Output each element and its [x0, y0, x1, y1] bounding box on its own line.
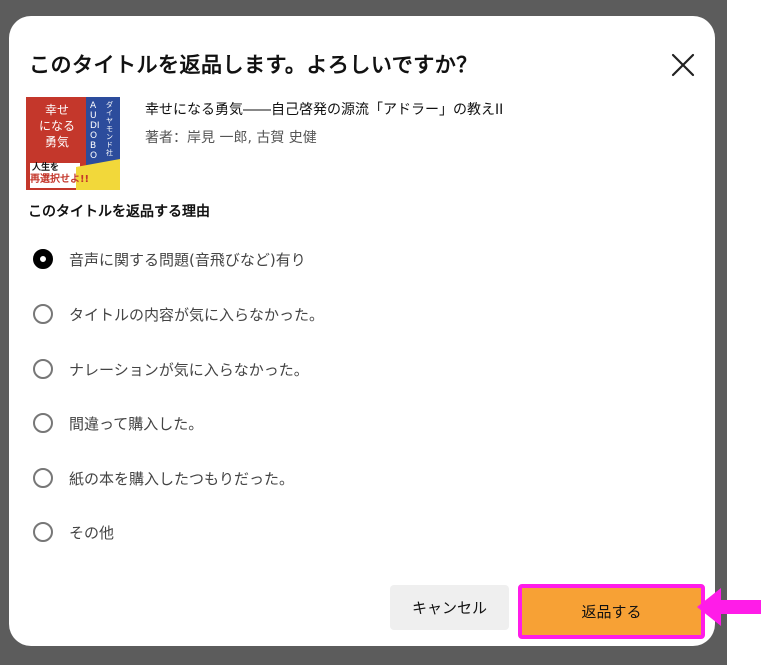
- reason-heading: このタイトルを返品する理由: [28, 204, 210, 220]
- dialog-title: このタイトルを返品します。よろしいですか？: [29, 53, 478, 77]
- cover-banner-text: 人生を: [32, 163, 60, 173]
- reason-label: ナレーションが気に入らなかった。: [69, 360, 309, 379]
- cover-title-line-1: 幸せ: [44, 103, 69, 117]
- cover-banner-text-2: 再選択せよ!!: [30, 174, 90, 185]
- cover-side-text: AUDIO BO: [90, 101, 100, 161]
- radio-icon[interactable]: [33, 522, 53, 542]
- book-title: 幸せになる勇気――自己啓発の源流「アドラー」の教えII: [145, 102, 504, 118]
- return-button-highlight: 返品する: [518, 584, 705, 639]
- return-button[interactable]: 返品する: [522, 588, 701, 635]
- reason-label: タイトルの内容が気に入らなかった。: [69, 305, 325, 324]
- cancel-button[interactable]: キャンセル: [390, 585, 509, 630]
- return-dialog: このタイトルを返品します。よろしいですか？ 幸せ になる 勇気 人生を 再選択せ…: [9, 16, 715, 646]
- radio-icon[interactable]: [33, 359, 53, 379]
- cover-title-line-3: 勇気: [44, 135, 69, 149]
- reason-label: 音声に関する問題(音飛びなど)有り: [69, 250, 306, 269]
- radio-icon[interactable]: [33, 304, 53, 324]
- cover-title-line-2: になる: [38, 119, 75, 133]
- reason-option-narration[interactable]: ナレーションが気に入らなかった。: [33, 354, 309, 384]
- reason-option-other[interactable]: その他: [33, 517, 114, 547]
- reason-option-audio-problem[interactable]: 音声に関する問題(音飛びなど)有り: [33, 244, 306, 274]
- radio-icon[interactable]: [33, 413, 53, 433]
- cover-publisher-text: ダイヤモンド社: [106, 101, 113, 157]
- reason-label: 紙の本を購入したつもりだった。: [69, 469, 295, 488]
- reason-option-mistake[interactable]: 間違って購入した。: [33, 408, 203, 438]
- reason-label: その他: [69, 523, 115, 542]
- close-icon[interactable]: [667, 49, 699, 81]
- pointer-arrow-icon: [697, 588, 761, 626]
- reason-option-content[interactable]: タイトルの内容が気に入らなかった。: [33, 299, 324, 329]
- reason-option-paper-book[interactable]: 紙の本を購入したつもりだった。: [33, 463, 294, 493]
- radio-icon[interactable]: [33, 468, 53, 488]
- book-author: 著者：岸見 一郎, 古賀 史健: [145, 130, 317, 146]
- book-cover: 幸せ になる 勇気 人生を 再選択せよ!! AUDIO BO ダイヤモンド社: [26, 97, 120, 190]
- reason-label: 間違って購入した。: [69, 414, 204, 433]
- radio-selected-icon[interactable]: [33, 249, 53, 269]
